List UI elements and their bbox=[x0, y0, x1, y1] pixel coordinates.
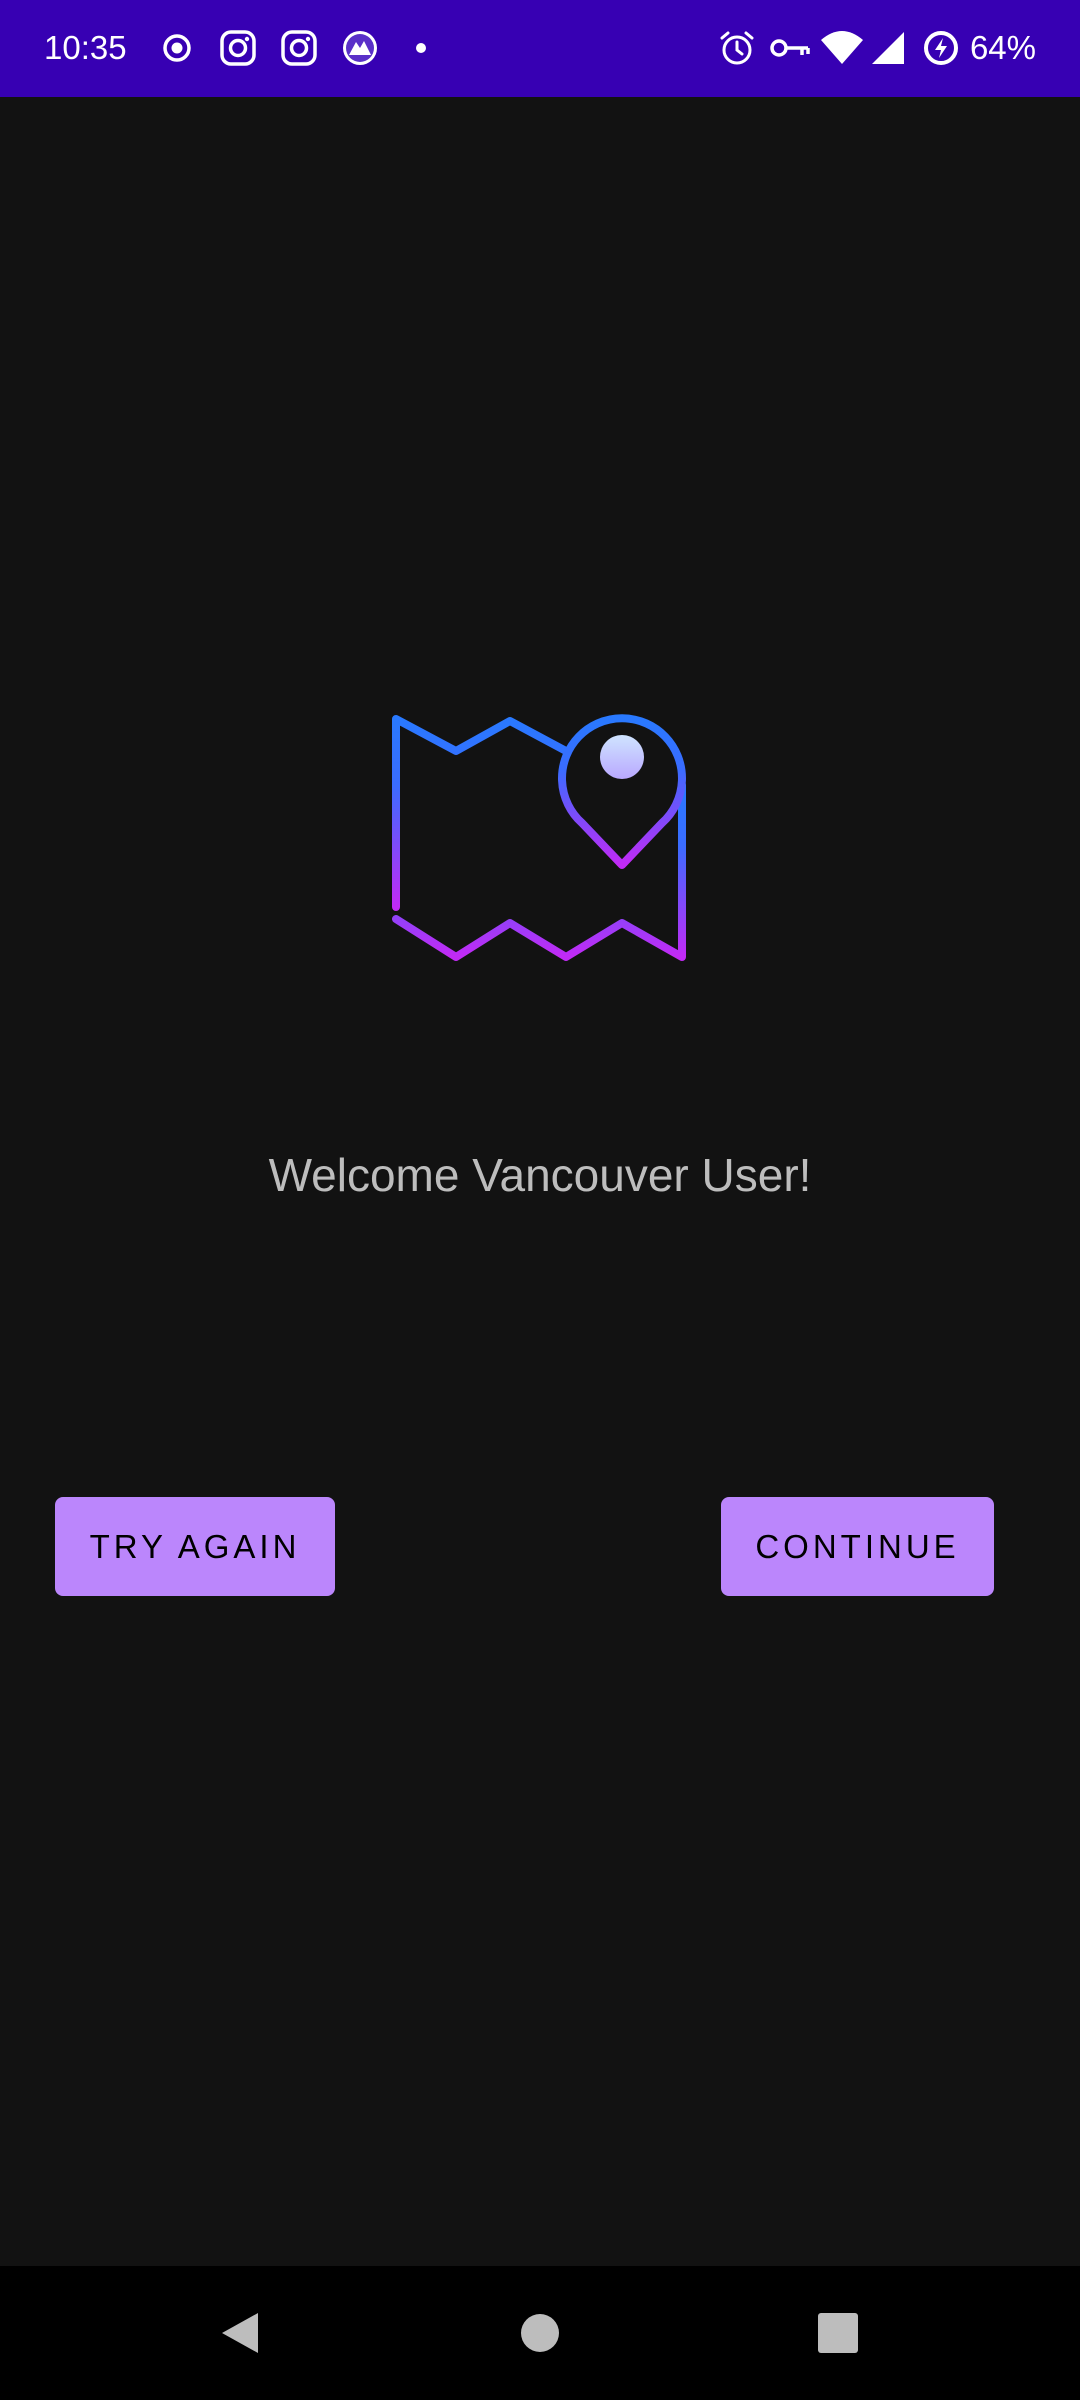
welcome-message: Welcome Vancouver User! bbox=[268, 1149, 812, 1201]
record-icon bbox=[163, 34, 191, 62]
status-time: 10:35 bbox=[44, 29, 127, 66]
instagram-icon bbox=[220, 30, 256, 66]
battery-saver-icon bbox=[924, 31, 958, 65]
screen: 10:35 64% Welcome Vancouver User! TRY AG… bbox=[0, 0, 1080, 2400]
try-again-button[interactable]: TRY AGAIN bbox=[55, 1497, 335, 1596]
recents-button[interactable] bbox=[738, 2266, 938, 2400]
alarm-icon bbox=[720, 31, 754, 65]
vpn-app-icon bbox=[343, 31, 377, 65]
signal-icon bbox=[872, 32, 904, 64]
home-button[interactable] bbox=[440, 2266, 640, 2400]
instagram-icon bbox=[281, 30, 317, 66]
back-icon bbox=[222, 2313, 258, 2353]
wifi-icon bbox=[821, 31, 863, 64]
home-icon bbox=[521, 2314, 559, 2352]
recents-icon bbox=[818, 2313, 858, 2353]
vpn-key-icon bbox=[770, 39, 810, 57]
dot-icon bbox=[416, 43, 426, 53]
back-button[interactable] bbox=[140, 2266, 340, 2400]
battery-percentage: 64% bbox=[969, 29, 1036, 66]
map-pin-icon bbox=[392, 714, 686, 961]
status-bar: 10:35 64% bbox=[0, 0, 1080, 97]
navigation-bar bbox=[0, 2266, 1080, 2400]
continue-button[interactable]: CONTINUE bbox=[721, 1497, 994, 1596]
